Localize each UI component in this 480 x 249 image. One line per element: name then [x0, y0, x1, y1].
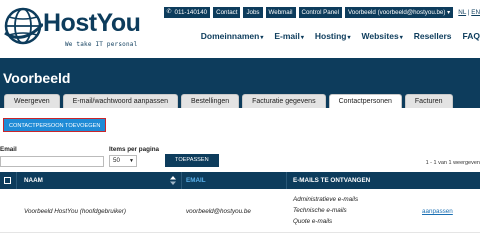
nav-domeinnamen[interactable]: Domeinnamen▾ [201, 31, 264, 41]
column-header-email[interactable]: EMAIL [186, 172, 206, 189]
tab-contactpersonen[interactable]: Contactpersonen [328, 94, 402, 108]
account-label: Voorbeeld (voorbeeld@hostyou.be) [348, 8, 446, 16]
control-panel-link[interactable]: Control Panel [298, 6, 342, 18]
webmail-link[interactable]: Webmail [265, 6, 296, 18]
main-navigation: Domeinnamen▾ E-mail▾ Hosting▾ Websites▾ … [201, 31, 480, 41]
nav-label: Hosting [314, 31, 347, 41]
tab-facturen[interactable]: Facturen [404, 94, 453, 108]
globe-logo-icon [4, 7, 43, 45]
nav-label: Websites [361, 31, 399, 41]
column-divider [181, 172, 182, 189]
contact-name: Voorbeeld HostYou (hoofdgebruiker) [24, 208, 126, 215]
language-switcher: NL | EN [458, 9, 480, 16]
phone-number: 011-140140 [174, 8, 208, 16]
top-utility-bar: ✆ 011-140140 Contact Jobs Webmail Contro… [163, 6, 480, 18]
caret-down-icon: ▾ [399, 35, 403, 41]
nav-label: Domeinnamen [200, 31, 260, 41]
tab-content: CONTACTPERSOON TOEVOEGEN Email Items per… [0, 108, 480, 249]
items-per-page-label: Items per pagina [109, 146, 160, 153]
email-filter-input[interactable] [0, 156, 104, 167]
contact-link[interactable]: Contact [213, 6, 241, 18]
tab-weergeven[interactable]: Weergeven [4, 94, 60, 108]
chevron-down-icon: ▼ [129, 158, 134, 164]
account-tabs: Weergeven E-mail/wachtwoord aanpassen Be… [4, 94, 453, 108]
items-per-page-select[interactable]: 50 ▼ [109, 155, 137, 167]
column-divider [16, 172, 17, 189]
nav-label: E-mail [274, 31, 300, 41]
result-count: 1 - 1 van 1 weergeven [425, 160, 480, 166]
account-menu[interactable]: Voorbeeld (voorbeeld@hostyou.be) ▾ [345, 6, 454, 18]
phone-icon: ✆ [166, 8, 172, 15]
brand-name: HostYou [43, 9, 141, 37]
nav-email[interactable]: E-mail▾ [274, 31, 304, 41]
page-title: Voorbeeld [3, 70, 71, 86]
select-all-checkbox[interactable] [4, 177, 11, 184]
lang-separator: | [467, 8, 470, 16]
hostyou-logo[interactable]: HostYou We take IT personal [3, 6, 153, 50]
caret-down-icon: ▾ [260, 35, 264, 41]
caret-down-icon: ▾ [300, 35, 304, 41]
jobs-link[interactable]: Jobs [243, 6, 263, 18]
add-contact-button[interactable]: CONTACTPERSOON TOEVOEGEN [3, 118, 107, 132]
items-per-page-value: 50 [113, 157, 120, 164]
contact-email: voorbeeld@hostyou.be [186, 208, 251, 215]
tab-email-wachtwoord[interactable]: E-mail/wachtwoord aanpassen [62, 94, 178, 108]
apply-filter-button[interactable]: TOEPASSEN [165, 154, 219, 167]
column-divider [286, 172, 287, 189]
site-header: HostYou We take IT personal ✆ 011-140140… [0, 0, 480, 58]
table-header: NAAM EMAIL E-MAILS TE ONTVANGEN [0, 172, 480, 189]
sort-icon[interactable] [170, 176, 176, 185]
lang-en-link[interactable]: EN [471, 9, 480, 16]
chevron-down-icon: ▾ [447, 8, 451, 16]
phone-badge[interactable]: ✆ 011-140140 [163, 6, 211, 18]
lang-nl-link[interactable]: NL [458, 9, 466, 16]
nav-faq[interactable]: FAQ [463, 31, 480, 41]
receive-type: Quote e-mails [293, 218, 333, 225]
caret-down-icon: ▾ [347, 35, 351, 41]
receive-type: Technische e-mails [293, 207, 347, 214]
tab-bestellingen[interactable]: Bestellingen [181, 94, 240, 108]
table-row: Voorbeeld HostYou (hoofdgebruiker) voorb… [0, 189, 480, 233]
column-header-emails-receive: E-MAILS TE ONTVANGEN [293, 177, 371, 184]
receive-type: Administratieve e-mails [293, 196, 359, 203]
column-header-name[interactable]: NAAM [24, 172, 43, 189]
brand-tagline: We take IT personal [65, 41, 138, 48]
tab-facturatie-gegevens[interactable]: Facturatie gegevens [242, 94, 326, 108]
nav-resellers[interactable]: Resellers [414, 31, 452, 41]
edit-contact-link[interactable]: aanpassen [422, 208, 453, 215]
email-filter-label: Email [0, 146, 17, 153]
nav-hosting[interactable]: Hosting▾ [315, 31, 351, 41]
nav-websites[interactable]: Websites▾ [362, 31, 403, 41]
